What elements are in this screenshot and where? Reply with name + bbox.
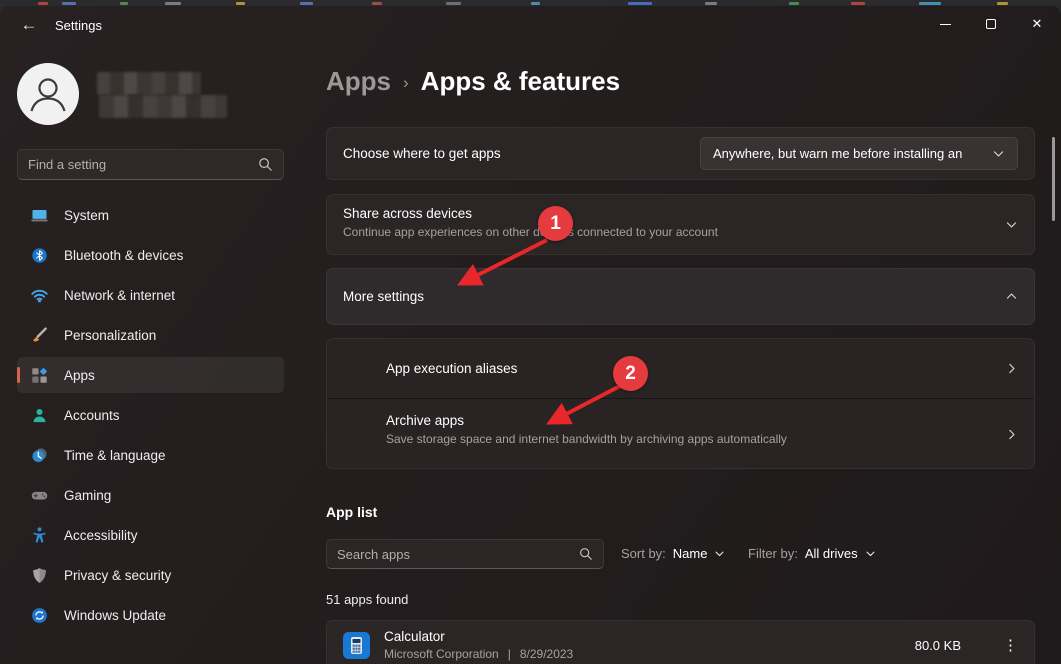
sort-by-control[interactable]: Sort by: Name [621, 546, 725, 561]
filter-by-label: Filter by: [748, 546, 798, 561]
share-title: Share across devices [343, 206, 1018, 221]
find-setting-input[interactable] [18, 157, 258, 172]
sidebar-item-label: Network & internet [64, 288, 175, 303]
meta-separator: | [508, 647, 511, 661]
chevron-right-icon [1005, 362, 1018, 375]
app-row-calculator: Calculator Microsoft Corporation | 8/29/… [326, 620, 1035, 664]
sidebar-item-label: Windows Update [64, 608, 166, 623]
sidebar-item-bluetooth[interactable]: Bluetooth & devices [17, 237, 284, 273]
window-title: Settings [55, 18, 102, 33]
accounts-icon [30, 406, 49, 425]
chevron-down-icon [865, 548, 876, 559]
annotation-step-badge-1: 1 [538, 206, 573, 241]
chevron-up-icon[interactable] [1005, 290, 1018, 303]
search-apps-input[interactable] [327, 547, 579, 562]
bluetooth-icon [30, 246, 49, 265]
network-icon [30, 286, 49, 305]
sidebar-item-apps[interactable]: Apps [17, 357, 284, 393]
sidebar-item-label: Time & language [64, 448, 166, 463]
windows-update-icon [30, 606, 49, 625]
sidebar-item-windows-update[interactable]: Windows Update [17, 597, 284, 633]
app-name: Calculator [384, 629, 901, 644]
close-button[interactable]: ✕ [1014, 6, 1060, 42]
row-archive-apps[interactable]: Archive apps Save storage space and inte… [327, 399, 1034, 470]
sidebar-item-label: System [64, 208, 109, 223]
kebab-menu-icon[interactable]: ⋮ [1003, 636, 1018, 654]
filter-by-value: All drives [805, 546, 858, 561]
filter-by-control[interactable]: Filter by: All drives [748, 546, 876, 561]
get-apps-dropdown[interactable]: Anywhere, but warn me before installing … [700, 137, 1018, 170]
sidebar-item-accessibility[interactable]: Accessibility [17, 517, 284, 553]
apps-found-count: 51 apps found [326, 592, 408, 607]
sidebar-item-label: Accounts [64, 408, 120, 423]
sidebar-item-personalization[interactable]: Personalization [17, 317, 284, 353]
apps-icon [30, 366, 49, 385]
chevron-down-icon [992, 147, 1005, 160]
sidebar-item-label: Bluetooth & devices [64, 248, 183, 263]
breadcrumb: Apps › Apps & features [326, 66, 620, 97]
chevron-right-icon [1005, 428, 1018, 441]
app-date: 8/29/2023 [520, 647, 573, 661]
card-more-settings[interactable]: More settings [326, 268, 1035, 325]
user-email-redacted [99, 95, 227, 118]
sort-by-label: Sort by: [621, 546, 666, 561]
sidebar-item-label: Personalization [64, 328, 156, 343]
sidebar-item-label: Apps [64, 368, 95, 383]
screen: ← Settings ✕ System [0, 0, 1061, 664]
system-icon [30, 206, 49, 225]
sort-by-value: Name [673, 546, 708, 561]
app-publisher: Microsoft Corporation [384, 647, 499, 661]
search-icon [258, 157, 273, 172]
selected-indicator [17, 367, 20, 383]
avatar[interactable] [17, 63, 79, 125]
sidebar-item-system[interactable]: System [17, 197, 284, 233]
maximize-icon [986, 19, 996, 29]
card-share-across-devices[interactable]: Share across devices Continue app experi… [326, 194, 1035, 255]
chevron-down-icon [714, 548, 725, 559]
back-button[interactable]: ← [12, 10, 46, 40]
scrollbar-thumb[interactable] [1052, 137, 1055, 221]
gaming-icon [30, 486, 49, 505]
minimize-button[interactable] [922, 6, 968, 42]
accessibility-icon [30, 526, 49, 545]
breadcrumb-separator-icon: › [403, 70, 409, 93]
chevron-down-icon[interactable] [1005, 218, 1018, 231]
sidebar-item-time-language[interactable]: Time & language [17, 437, 284, 473]
sidebar-item-label: Accessibility [64, 528, 138, 543]
archive-apps-title: Archive apps [386, 413, 1034, 428]
time-language-icon [30, 446, 49, 465]
sidebar-item-label: Privacy & security [64, 568, 171, 583]
app-list-heading: App list [326, 504, 377, 520]
app-size: 80.0 KB [915, 638, 961, 653]
sidebar-item-network[interactable]: Network & internet [17, 277, 284, 313]
sidebar-item-accounts[interactable]: Accounts [17, 397, 284, 433]
titlebar: ← Settings ✕ [0, 6, 1061, 48]
settings-window: ← Settings ✕ System [0, 6, 1061, 664]
get-apps-dropdown-value: Anywhere, but warn me before installing … [713, 146, 982, 161]
get-apps-label: Choose where to get apps [343, 146, 700, 161]
app-meta: Calculator Microsoft Corporation | 8/29/… [384, 629, 901, 661]
personalization-icon [30, 326, 49, 345]
maximize-button[interactable] [968, 6, 1014, 42]
app-execution-aliases-title: App execution aliases [386, 361, 517, 376]
archive-apps-subtitle: Save storage space and internet bandwidt… [386, 432, 1034, 446]
more-settings-title: More settings [343, 289, 1005, 304]
sidebar-item-label: Gaming [64, 488, 111, 503]
card-choose-where-to-get-apps: Choose where to get apps Anywhere, but w… [326, 127, 1035, 180]
minimize-icon [940, 24, 951, 25]
breadcrumb-parent[interactable]: Apps [326, 66, 391, 97]
privacy-icon [30, 566, 49, 585]
share-subtitle: Continue app experiences on other device… [343, 225, 1018, 239]
sidebar-item-gaming[interactable]: Gaming [17, 477, 284, 513]
calculator-icon [343, 632, 370, 659]
more-settings-expanded-group: App execution aliases Archive apps Save … [326, 338, 1035, 469]
annotation-step-badge-2: 2 [613, 356, 648, 391]
search-apps-box [326, 539, 604, 569]
user-name-redacted [97, 72, 201, 95]
find-setting-searchbox [17, 149, 284, 180]
page-title: Apps & features [421, 66, 620, 97]
sidebar-item-privacy[interactable]: Privacy & security [17, 557, 284, 593]
row-app-execution-aliases[interactable]: App execution aliases [327, 339, 1034, 398]
search-icon [579, 547, 593, 561]
